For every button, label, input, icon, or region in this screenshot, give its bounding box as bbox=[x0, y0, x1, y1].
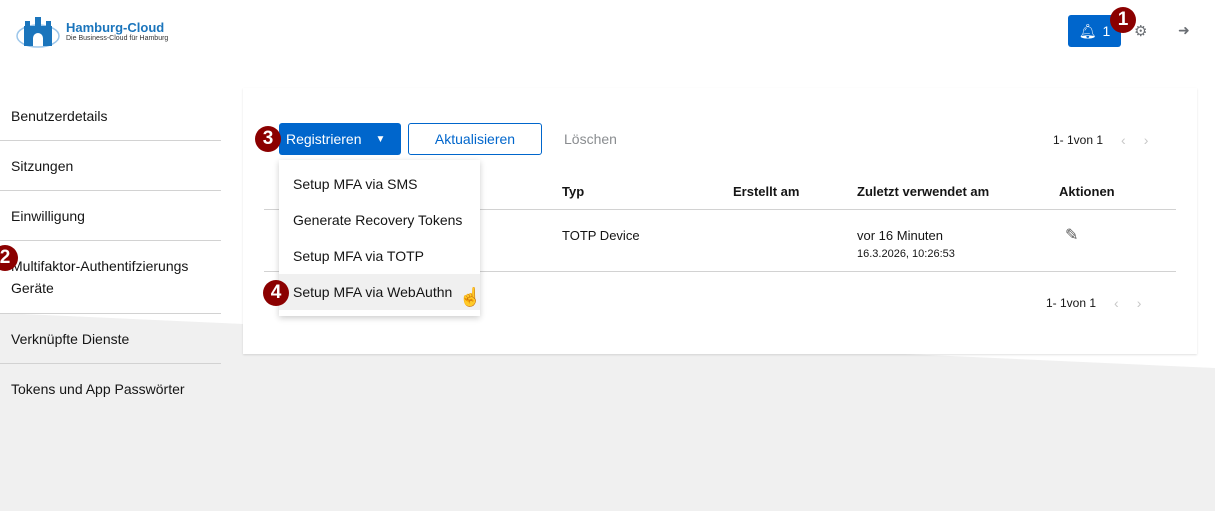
pagination-text: 1- 1von 1 bbox=[1053, 133, 1104, 147]
cell-last-used: vor 16 Minuten bbox=[857, 228, 943, 243]
column-header-type[interactable]: Typ bbox=[562, 184, 584, 199]
step-marker-1: 1 bbox=[1110, 7, 1136, 33]
menu-item-setup-totp[interactable]: Setup MFA via TOTP bbox=[279, 238, 480, 274]
menu-item-setup-sms[interactable]: Setup MFA via SMS bbox=[279, 166, 480, 202]
pagination-top: 1- 1von 1 ‹ › bbox=[1053, 132, 1148, 148]
logout-icon[interactable]: ➜ bbox=[1178, 22, 1190, 39]
chevron-right-icon[interactable]: › bbox=[1137, 295, 1142, 311]
register-button[interactable]: Registrieren ▼ bbox=[279, 123, 401, 155]
notifications-count: 1 bbox=[1102, 23, 1111, 39]
menu-item-setup-webauthn[interactable]: Setup MFA via WebAuthn bbox=[279, 274, 480, 310]
step-marker-4: 4 bbox=[263, 280, 289, 306]
bell-icon: 🔔︎ bbox=[1078, 22, 1097, 39]
chevron-right-icon[interactable]: › bbox=[1144, 132, 1149, 148]
caret-down-icon: ▼ bbox=[375, 133, 386, 145]
edit-icon[interactable]: ✎ bbox=[1065, 225, 1078, 245]
column-header-last-used[interactable]: Zuletzt verwendet am bbox=[857, 184, 989, 199]
sidebar-item-label: Verknüpfte Dienste bbox=[11, 330, 130, 347]
sidebar: Benutzerdetails Sitzungen Einwilligung M… bbox=[0, 91, 221, 414]
hamburg-castle-icon bbox=[16, 17, 60, 48]
sidebar-item-user-details[interactable]: Benutzerdetails bbox=[0, 91, 221, 141]
sidebar-item-linked-services[interactable]: Verknüpfte Dienste bbox=[0, 314, 221, 364]
register-label: Registrieren bbox=[286, 131, 362, 147]
menu-item-recovery-tokens[interactable]: Generate Recovery Tokens bbox=[279, 202, 480, 238]
pagination-text: 1- 1von 1 bbox=[1046, 296, 1097, 310]
column-header-actions: Aktionen bbox=[1059, 184, 1115, 199]
sidebar-item-label: Sitzungen bbox=[11, 157, 74, 174]
cell-last-used-date: 16.3.2026, 10:26:53 bbox=[857, 248, 955, 260]
gear-icon[interactable]: ⚙ bbox=[1134, 22, 1147, 40]
sidebar-item-label: Benutzerdetails bbox=[11, 107, 108, 124]
sidebar-item-label: Einwilligung bbox=[11, 207, 85, 224]
step-marker-3: 3 bbox=[255, 126, 281, 152]
chevron-left-icon[interactable]: ‹ bbox=[1121, 132, 1126, 148]
sidebar-item-label: Tokens und App Passwörter bbox=[11, 381, 185, 397]
sidebar-item-mfa-devices[interactable]: Multifaktor-Authentifzierungs Geräte bbox=[0, 241, 221, 314]
refresh-button[interactable]: Aktualisieren bbox=[408, 123, 542, 155]
logo-subtitle: Die Business-Cloud für Hamburg bbox=[66, 35, 169, 42]
cell-type: TOTP Device bbox=[562, 228, 640, 243]
sidebar-item-sessions[interactable]: Sitzungen bbox=[0, 141, 221, 191]
column-header-created[interactable]: Erstellt am bbox=[733, 184, 799, 199]
pagination-bottom: 1- 1von 1 ‹ › bbox=[1046, 295, 1141, 311]
delete-button[interactable]: Löschen bbox=[564, 131, 617, 147]
logo-title: Hamburg-Cloud bbox=[66, 20, 165, 35]
sidebar-item-consent[interactable]: Einwilligung bbox=[0, 191, 221, 241]
sidebar-item-tokens[interactable]: Tokens und App Passwörter bbox=[0, 364, 221, 414]
sidebar-item-label: Multifaktor-Authentifzierungs Geräte bbox=[11, 258, 189, 296]
chevron-left-icon[interactable]: ‹ bbox=[1114, 295, 1119, 311]
register-dropdown-menu: Setup MFA via SMS Generate Recovery Toke… bbox=[279, 160, 480, 316]
logo[interactable]: Hamburg-Cloud Die Business-Cloud für Ham… bbox=[16, 14, 168, 48]
hand-cursor-icon: ☝ bbox=[459, 287, 482, 307]
